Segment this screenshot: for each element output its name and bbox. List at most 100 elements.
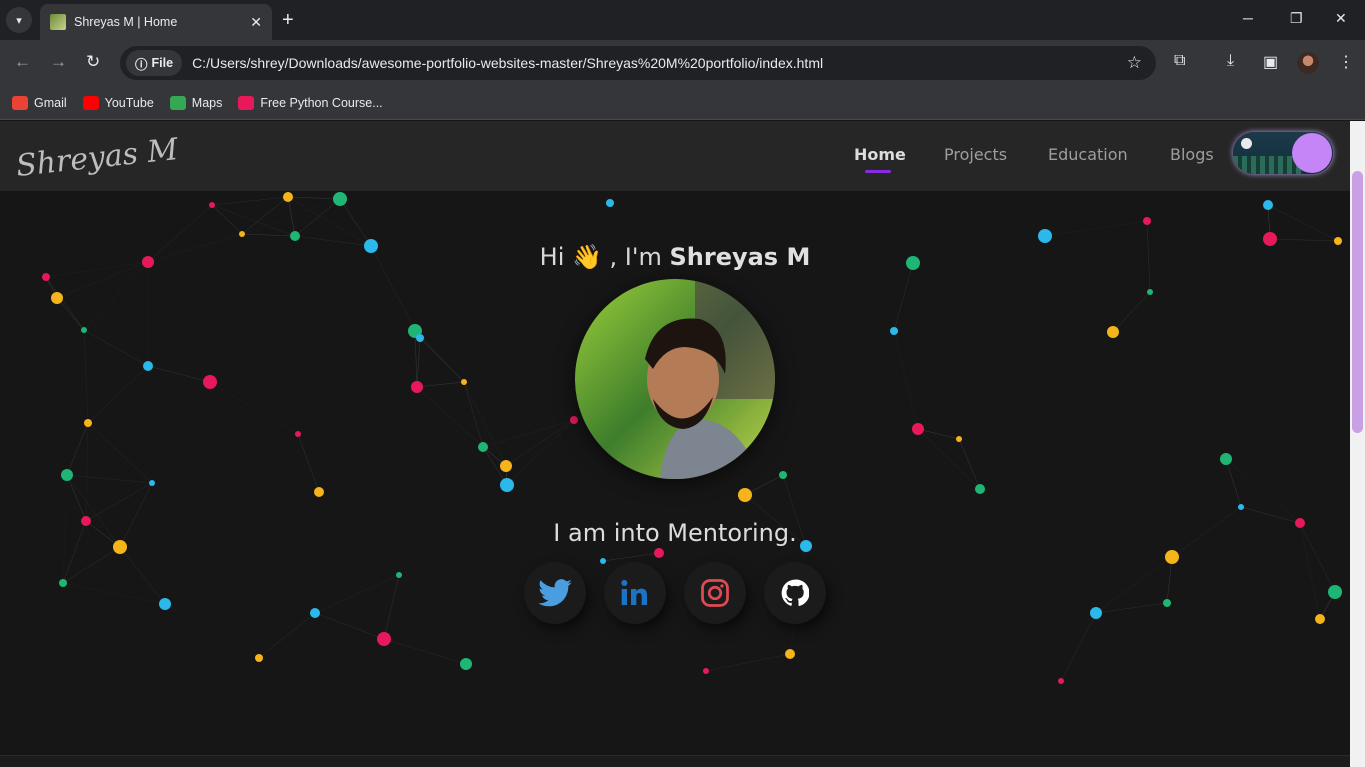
network-particle <box>785 649 795 659</box>
network-particle <box>460 658 472 670</box>
network-particle <box>81 327 87 333</box>
network-particle <box>890 327 898 335</box>
site-info-label: File <box>151 56 174 70</box>
maps-icon <box>169 95 186 110</box>
greeting-name: Shreyas M <box>669 243 811 271</box>
signature-logo[interactable]: Shreyas M <box>12 129 197 185</box>
tab-search-chevron-icon[interactable]: ▾ <box>6 7 32 33</box>
network-link <box>209 381 299 435</box>
network-link <box>66 422 89 476</box>
network-link <box>57 298 148 366</box>
nav-education[interactable]: Education <box>1048 145 1128 164</box>
bookmark-item[interactable]: YouTube <box>82 95 154 110</box>
network-link <box>297 433 320 493</box>
tab-title: Shreyas M | Home <box>74 15 178 29</box>
minimize-icon[interactable]: ─ <box>1243 10 1253 26</box>
reload-icon[interactable]: ↻ <box>86 52 100 72</box>
nav-projects[interactable]: Projects <box>944 145 1007 164</box>
theme-toggle[interactable] <box>1233 132 1333 174</box>
instagram-icon <box>701 579 729 607</box>
restore-icon[interactable]: ❐ <box>1290 10 1303 27</box>
bookmark-item[interactable]: Free Python Course... <box>238 95 383 110</box>
tab-close-icon[interactable]: ✕ <box>250 14 262 31</box>
network-particle <box>1058 678 1064 684</box>
network-link <box>45 276 85 331</box>
network-particle <box>411 381 423 393</box>
bookmark-label: Maps <box>191 95 223 110</box>
network-link <box>258 612 316 659</box>
network-particle <box>738 488 752 502</box>
github-link[interactable] <box>764 562 826 624</box>
browser-tab-strip: ▾ Shreyas M | Home ✕ + ─ ❐ ✕ <box>0 0 1365 40</box>
network-particle <box>203 375 217 389</box>
network-particle <box>290 231 300 241</box>
network-particle <box>1165 550 1179 564</box>
profile-photo-illustration <box>575 279 775 479</box>
bookmark-item[interactable]: Maps <box>169 95 223 110</box>
network-link <box>66 474 87 522</box>
network-link <box>241 233 296 237</box>
network-particle <box>61 469 73 481</box>
network-link <box>416 337 421 388</box>
network-particle <box>779 471 787 479</box>
address-bar[interactable]: ⓘ File C:/Users/shrey/Downloads/awesome-… <box>120 46 1156 80</box>
linkedin-link[interactable] <box>604 562 666 624</box>
network-particle <box>912 423 924 435</box>
download-icon[interactable]: ⤓ <box>1227 52 1234 70</box>
profile-avatar[interactable] <box>1297 52 1319 74</box>
bookmark-item[interactable]: Gmail <box>12 95 67 110</box>
network-particle <box>500 478 514 492</box>
active-nav-underline <box>865 170 891 173</box>
network-link <box>85 422 89 522</box>
browser-tab[interactable]: Shreyas M | Home ✕ <box>40 4 272 40</box>
network-particle <box>500 460 512 472</box>
network-particle <box>42 273 50 281</box>
network-link <box>83 329 89 424</box>
network-particle <box>1328 585 1342 599</box>
page-scrollbar[interactable] <box>1350 121 1365 767</box>
toggle-knob <box>1292 133 1332 173</box>
network-link <box>152 382 210 483</box>
network-particle <box>606 199 614 207</box>
network-particle <box>1163 599 1171 607</box>
network-particle <box>1038 229 1052 243</box>
instagram-link[interactable] <box>684 562 746 624</box>
menu-kebab-icon[interactable]: ⋮ <box>1338 52 1354 72</box>
bookmark-star-icon[interactable]: ☆ <box>1127 53 1142 73</box>
back-icon[interactable]: ← <box>14 52 31 72</box>
network-link <box>1225 458 1242 508</box>
network-link <box>85 482 153 522</box>
network-link <box>287 196 341 200</box>
network-particle <box>396 572 402 578</box>
site-info-chip[interactable]: ⓘ File <box>126 50 183 76</box>
url-text[interactable]: C:/Users/shrey/Downloads/awesome-portfol… <box>192 55 1127 71</box>
network-particle <box>159 598 171 610</box>
network-particle <box>654 548 664 558</box>
network-link <box>314 612 385 640</box>
network-link <box>87 365 149 424</box>
network-particle <box>209 202 215 208</box>
nav-blogs[interactable]: Blogs <box>1170 145 1214 164</box>
twitter-link[interactable] <box>524 562 586 624</box>
network-link <box>56 297 85 331</box>
wave-emoji-icon: 👋 <box>572 243 602 271</box>
forward-icon[interactable]: → <box>50 52 67 72</box>
extensions-icon[interactable]: ⧉ <box>1174 52 1185 70</box>
window-close-icon[interactable]: ✕ <box>1335 10 1347 27</box>
network-particle <box>143 361 153 371</box>
network-link <box>83 261 149 331</box>
network-link <box>211 196 289 206</box>
network-link <box>211 204 296 237</box>
scrollbar-thumb[interactable] <box>1352 171 1363 433</box>
network-link <box>241 198 341 235</box>
network-link <box>339 198 372 247</box>
network-link <box>416 381 465 388</box>
network-particle <box>51 292 63 304</box>
network-link <box>1060 612 1097 682</box>
network-link <box>893 330 919 430</box>
new-tab-button[interactable]: + <box>282 8 294 32</box>
side-panel-icon[interactable]: ▣ <box>1263 52 1278 72</box>
nav-home[interactable]: Home <box>854 145 906 164</box>
youtube-icon <box>82 95 99 110</box>
gmail-icon <box>12 95 28 110</box>
